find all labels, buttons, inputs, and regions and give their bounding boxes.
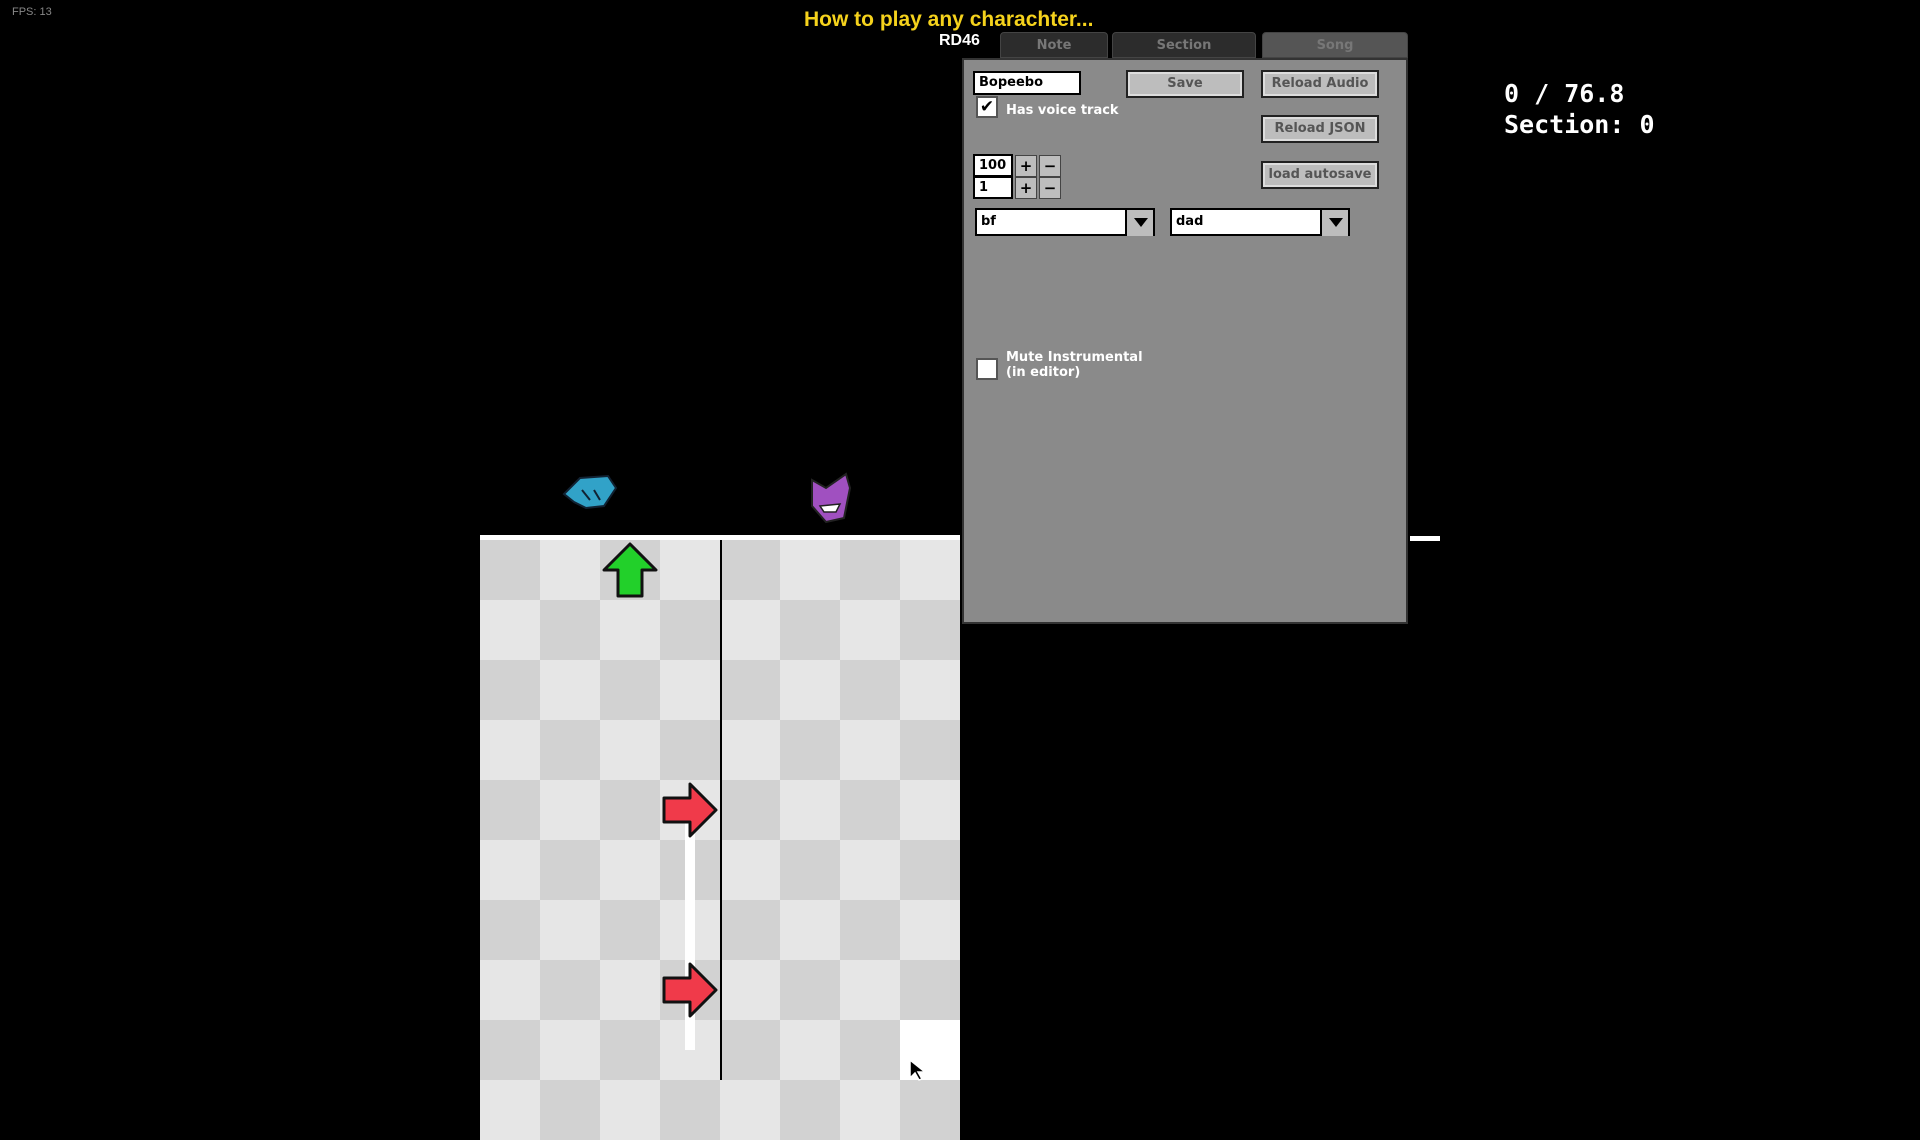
section-readout: Section: 0 bbox=[1504, 110, 1655, 139]
mute-label-line2: (in editor) bbox=[1006, 365, 1081, 380]
speed-stepper-input[interactable]: 1 bbox=[973, 176, 1013, 199]
right-arrow-note[interactable] bbox=[660, 780, 720, 840]
dad-health-icon bbox=[811, 472, 852, 524]
player2-value: dad bbox=[1176, 214, 1204, 229]
speed-decrease-button[interactable]: − bbox=[1039, 177, 1061, 199]
speed-increase-button[interactable]: + bbox=[1015, 177, 1037, 199]
player1-dropdown[interactable]: bf bbox=[975, 208, 1155, 236]
right-arrow-note[interactable] bbox=[660, 960, 720, 1020]
grid-cell[interactable] bbox=[600, 1080, 660, 1140]
bf-health-icon bbox=[562, 474, 618, 510]
reload-json-button[interactable]: Reload JSON bbox=[1261, 115, 1379, 143]
author-label: RD46 bbox=[939, 32, 980, 49]
has-voice-track-label: Has voice track bbox=[1006, 103, 1119, 118]
grid-cell[interactable] bbox=[840, 1080, 900, 1140]
player1-value: bf bbox=[981, 214, 996, 229]
tab-song[interactable]: Song bbox=[1262, 32, 1408, 58]
tab-note[interactable]: Note bbox=[1000, 32, 1108, 58]
fps-counter: FPS: 13 bbox=[12, 6, 52, 18]
grid-cell[interactable] bbox=[660, 1080, 720, 1140]
save-button[interactable]: Save bbox=[1126, 70, 1244, 98]
song-title: How to play any charachter... bbox=[804, 8, 1094, 31]
up-arrow-note[interactable] bbox=[600, 540, 660, 600]
mute-label-line1: Mute Instrumental bbox=[1006, 350, 1143, 365]
mute-instrumental-label: Mute Instrumental (in editor) bbox=[1006, 350, 1143, 380]
tab-section[interactable]: Section bbox=[1112, 32, 1256, 58]
player2-dropdown[interactable]: dad bbox=[1170, 208, 1350, 236]
checkmark-icon: ✔ bbox=[979, 97, 995, 117]
grid-cell[interactable] bbox=[780, 1080, 840, 1140]
grid-cell[interactable] bbox=[900, 1080, 960, 1140]
bpm-decrease-button[interactable]: − bbox=[1039, 155, 1061, 177]
reload-audio-button[interactable]: Reload Audio bbox=[1261, 70, 1379, 98]
song-name-input[interactable]: Bopeebo bbox=[973, 71, 1081, 95]
song-position-info: 0 / 76.8 Section: 0 bbox=[1504, 78, 1655, 140]
time-readout: 0 / 76.8 bbox=[1504, 79, 1625, 108]
has-voice-track-checkbox[interactable]: ✔ bbox=[976, 96, 998, 118]
grid-cell[interactable] bbox=[540, 1080, 600, 1140]
strum-line-marker bbox=[1410, 536, 1440, 541]
grid-cell[interactable] bbox=[720, 1080, 780, 1140]
mouse-cursor-icon bbox=[909, 1058, 928, 1081]
bpm-stepper-input[interactable]: 100 bbox=[973, 154, 1013, 177]
bpm-increase-button[interactable]: + bbox=[1015, 155, 1037, 177]
chevron-down-icon[interactable] bbox=[1125, 210, 1153, 236]
grid-cell[interactable] bbox=[480, 1080, 540, 1140]
chevron-down-icon[interactable] bbox=[1320, 210, 1348, 236]
mute-instrumental-checkbox[interactable] bbox=[976, 358, 998, 380]
load-autosave-button[interactable]: load autosave bbox=[1261, 161, 1379, 189]
